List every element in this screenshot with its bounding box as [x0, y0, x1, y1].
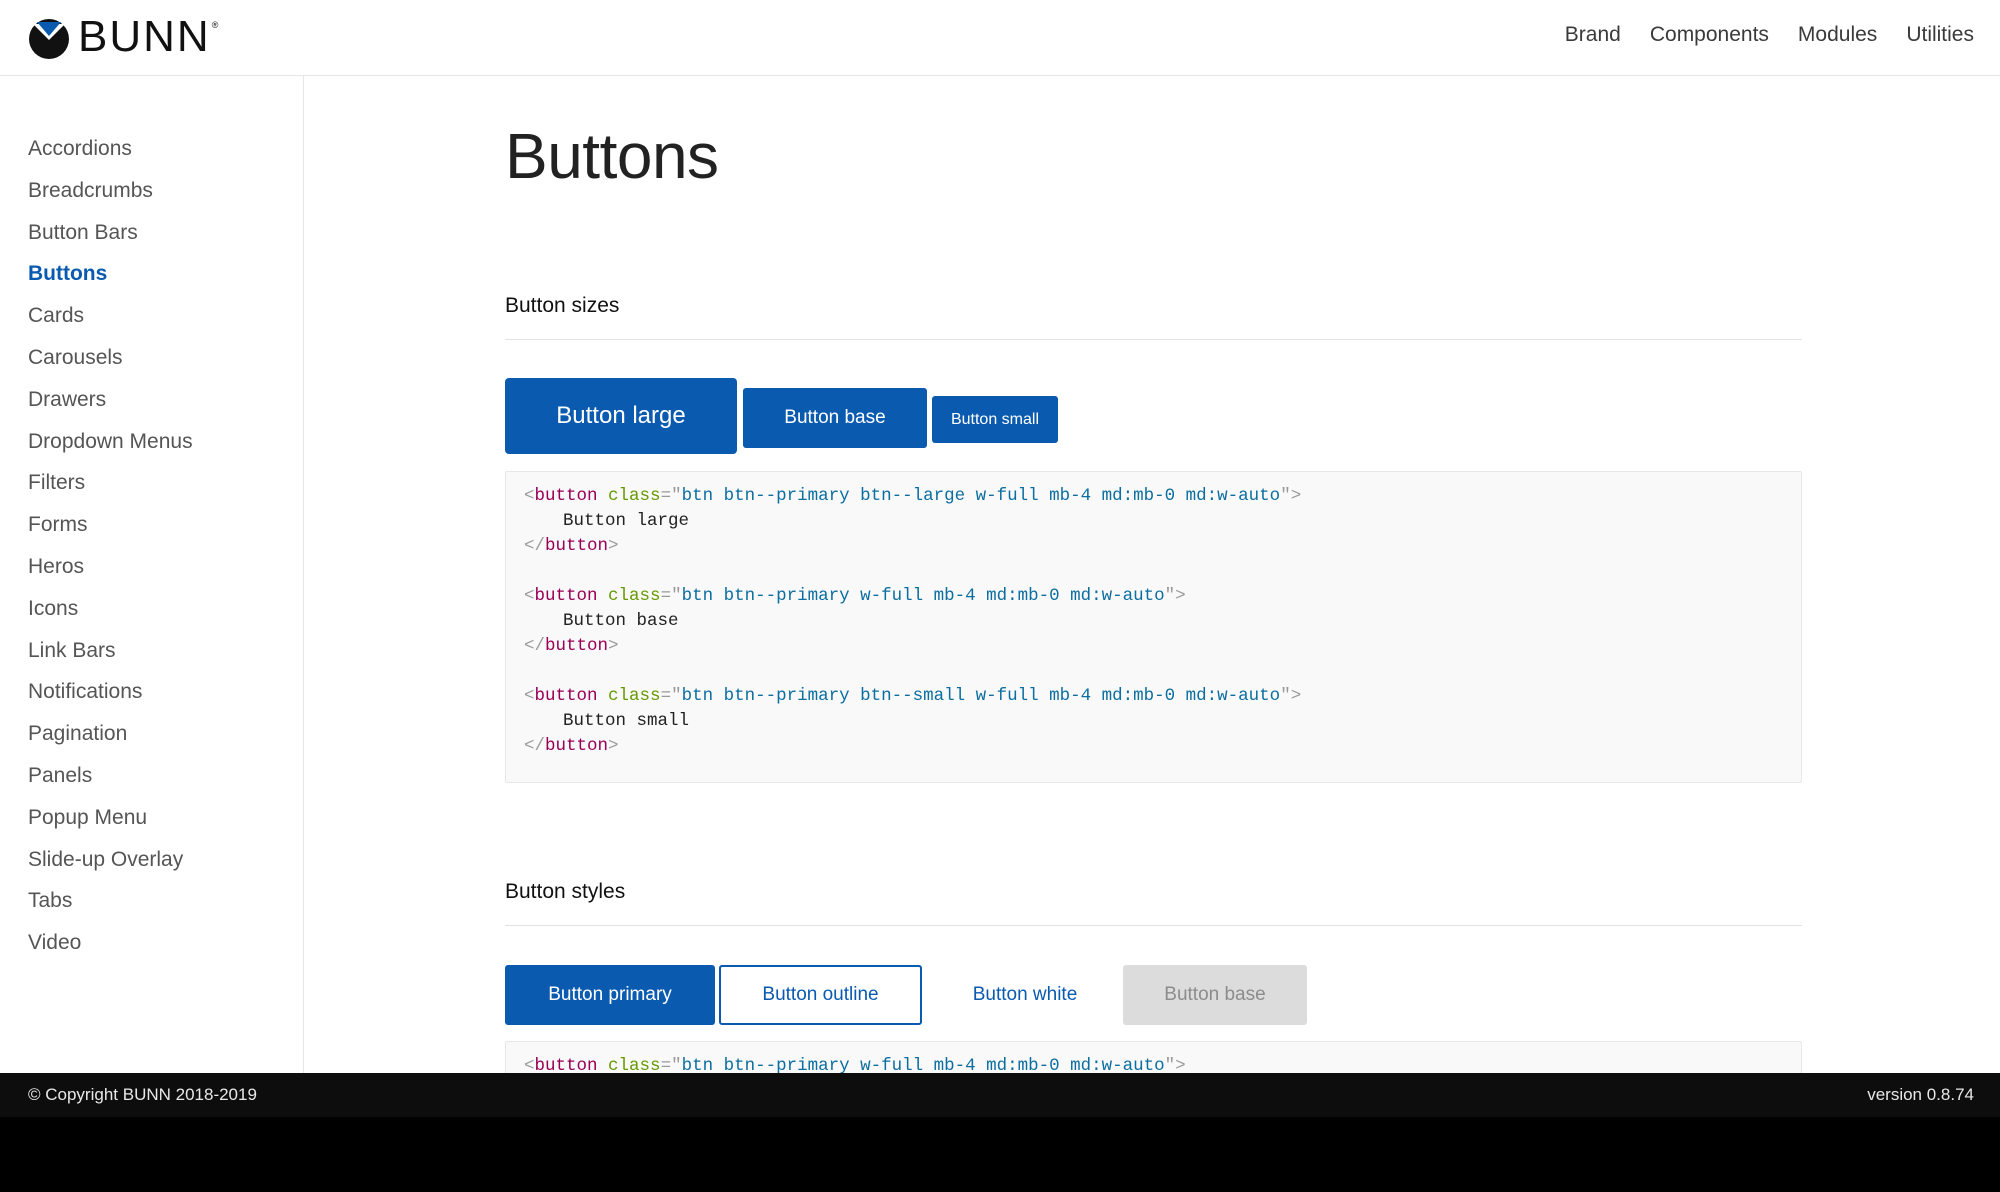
- section-divider: [505, 925, 1802, 926]
- sidebar-item-link-bars[interactable]: Link Bars: [28, 630, 193, 672]
- sidebar-item-panels[interactable]: Panels: [28, 755, 193, 797]
- sidebar-item-cards[interactable]: Cards: [28, 295, 193, 337]
- sidebar-item-accordions[interactable]: Accordions: [28, 128, 193, 170]
- sidebar-item-icons[interactable]: Icons: [28, 588, 193, 630]
- topnav-utilities[interactable]: Utilities: [1906, 23, 1974, 47]
- copyright-text: © Copyright BUNN 2018-2019: [28, 1085, 257, 1104]
- brand-logo[interactable]: BUNN®: [28, 14, 220, 60]
- site-footer: © Copyright BUNN 2018-2019 version 0.8.7…: [0, 1073, 2000, 1117]
- button-primary[interactable]: Button primary: [505, 965, 715, 1025]
- sidebar-item-pagination[interactable]: Pagination: [28, 713, 193, 755]
- topnav-modules[interactable]: Modules: [1798, 23, 1877, 47]
- section-title-styles: Button styles: [505, 880, 626, 903]
- bunn-logo-icon: [29, 19, 69, 59]
- sidebar-item-drawers[interactable]: Drawers: [28, 379, 193, 421]
- button-small[interactable]: Button small: [932, 396, 1058, 443]
- button-outline[interactable]: Button outline: [719, 965, 922, 1025]
- button-base-disabled[interactable]: Button base: [1123, 965, 1307, 1025]
- sidebar-item-button-bars[interactable]: Button Bars: [28, 212, 193, 254]
- button-base[interactable]: Button base: [743, 388, 927, 448]
- site-header: BUNN® Brand Components Modules Utilities: [0, 0, 2000, 76]
- button-white[interactable]: Button white: [926, 965, 1124, 1025]
- topnav-brand[interactable]: Brand: [1565, 23, 1621, 47]
- brand-wordmark: BUNN®: [78, 12, 221, 61]
- section-title-sizes: Button sizes: [505, 294, 620, 317]
- sidebar-item-dropdown-menus[interactable]: Dropdown Menus: [28, 421, 193, 463]
- topnav-components[interactable]: Components: [1650, 23, 1769, 47]
- sidebar-item-heros[interactable]: Heros: [28, 546, 193, 588]
- app-viewport: BUNN® Brand Components Modules Utilities…: [0, 0, 2000, 1117]
- sidebar-item-tabs[interactable]: Tabs: [28, 880, 193, 922]
- section-divider: [505, 339, 1802, 340]
- code-block-sizes[interactable]: <button class="btn btn--primary btn--lar…: [505, 471, 1802, 783]
- sidebar-item-carousels[interactable]: Carousels: [28, 337, 193, 379]
- sidebar-item-breadcrumbs[interactable]: Breadcrumbs: [28, 170, 193, 212]
- sidebar-item-forms[interactable]: Forms: [28, 504, 193, 546]
- page-title: Buttons: [505, 120, 719, 192]
- sidebar-item-video[interactable]: Video: [28, 922, 193, 964]
- sidebar-item-notifications[interactable]: Notifications: [28, 671, 193, 713]
- button-large[interactable]: Button large: [505, 378, 737, 454]
- sidebar-item-slide-up-overlay[interactable]: Slide-up Overlay: [28, 839, 193, 881]
- top-navigation: Brand Components Modules Utilities: [1565, 0, 1974, 70]
- sidebar-item-filters[interactable]: Filters: [28, 462, 193, 504]
- sidebar-list: Accordions Breadcrumbs Button Bars Butto…: [28, 128, 193, 964]
- sidebar: Accordions Breadcrumbs Button Bars Butto…: [0, 76, 304, 1117]
- sidebar-item-popup-menu[interactable]: Popup Menu: [28, 797, 193, 839]
- sidebar-item-buttons[interactable]: Buttons: [28, 253, 193, 295]
- version-text: version 0.8.74: [1867, 1085, 1974, 1104]
